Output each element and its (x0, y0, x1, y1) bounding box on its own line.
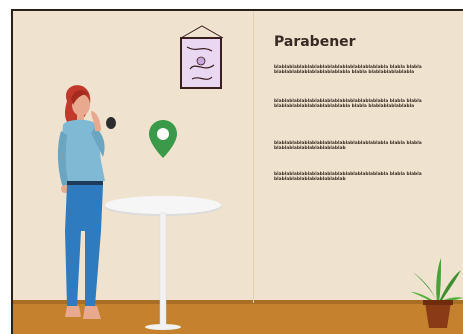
map-pin-icon (149, 120, 177, 158)
page-title: Parabener (274, 34, 356, 50)
paragraph-2: blablablablablablablablablablablablablab… (274, 99, 422, 110)
paragraph-4: blablablablablablablablablablablablablab… (274, 172, 422, 183)
framed-picture-icon (180, 37, 222, 89)
picture-art (186, 46, 215, 80)
wall-divider (253, 11, 254, 303)
round-table (105, 196, 221, 330)
paragraph-1: blablablablablablablablablablablablablab… (274, 65, 422, 76)
paragraph-3: blablablablablablablablablablablablablab… (274, 141, 422, 152)
potted-plant (411, 258, 463, 328)
